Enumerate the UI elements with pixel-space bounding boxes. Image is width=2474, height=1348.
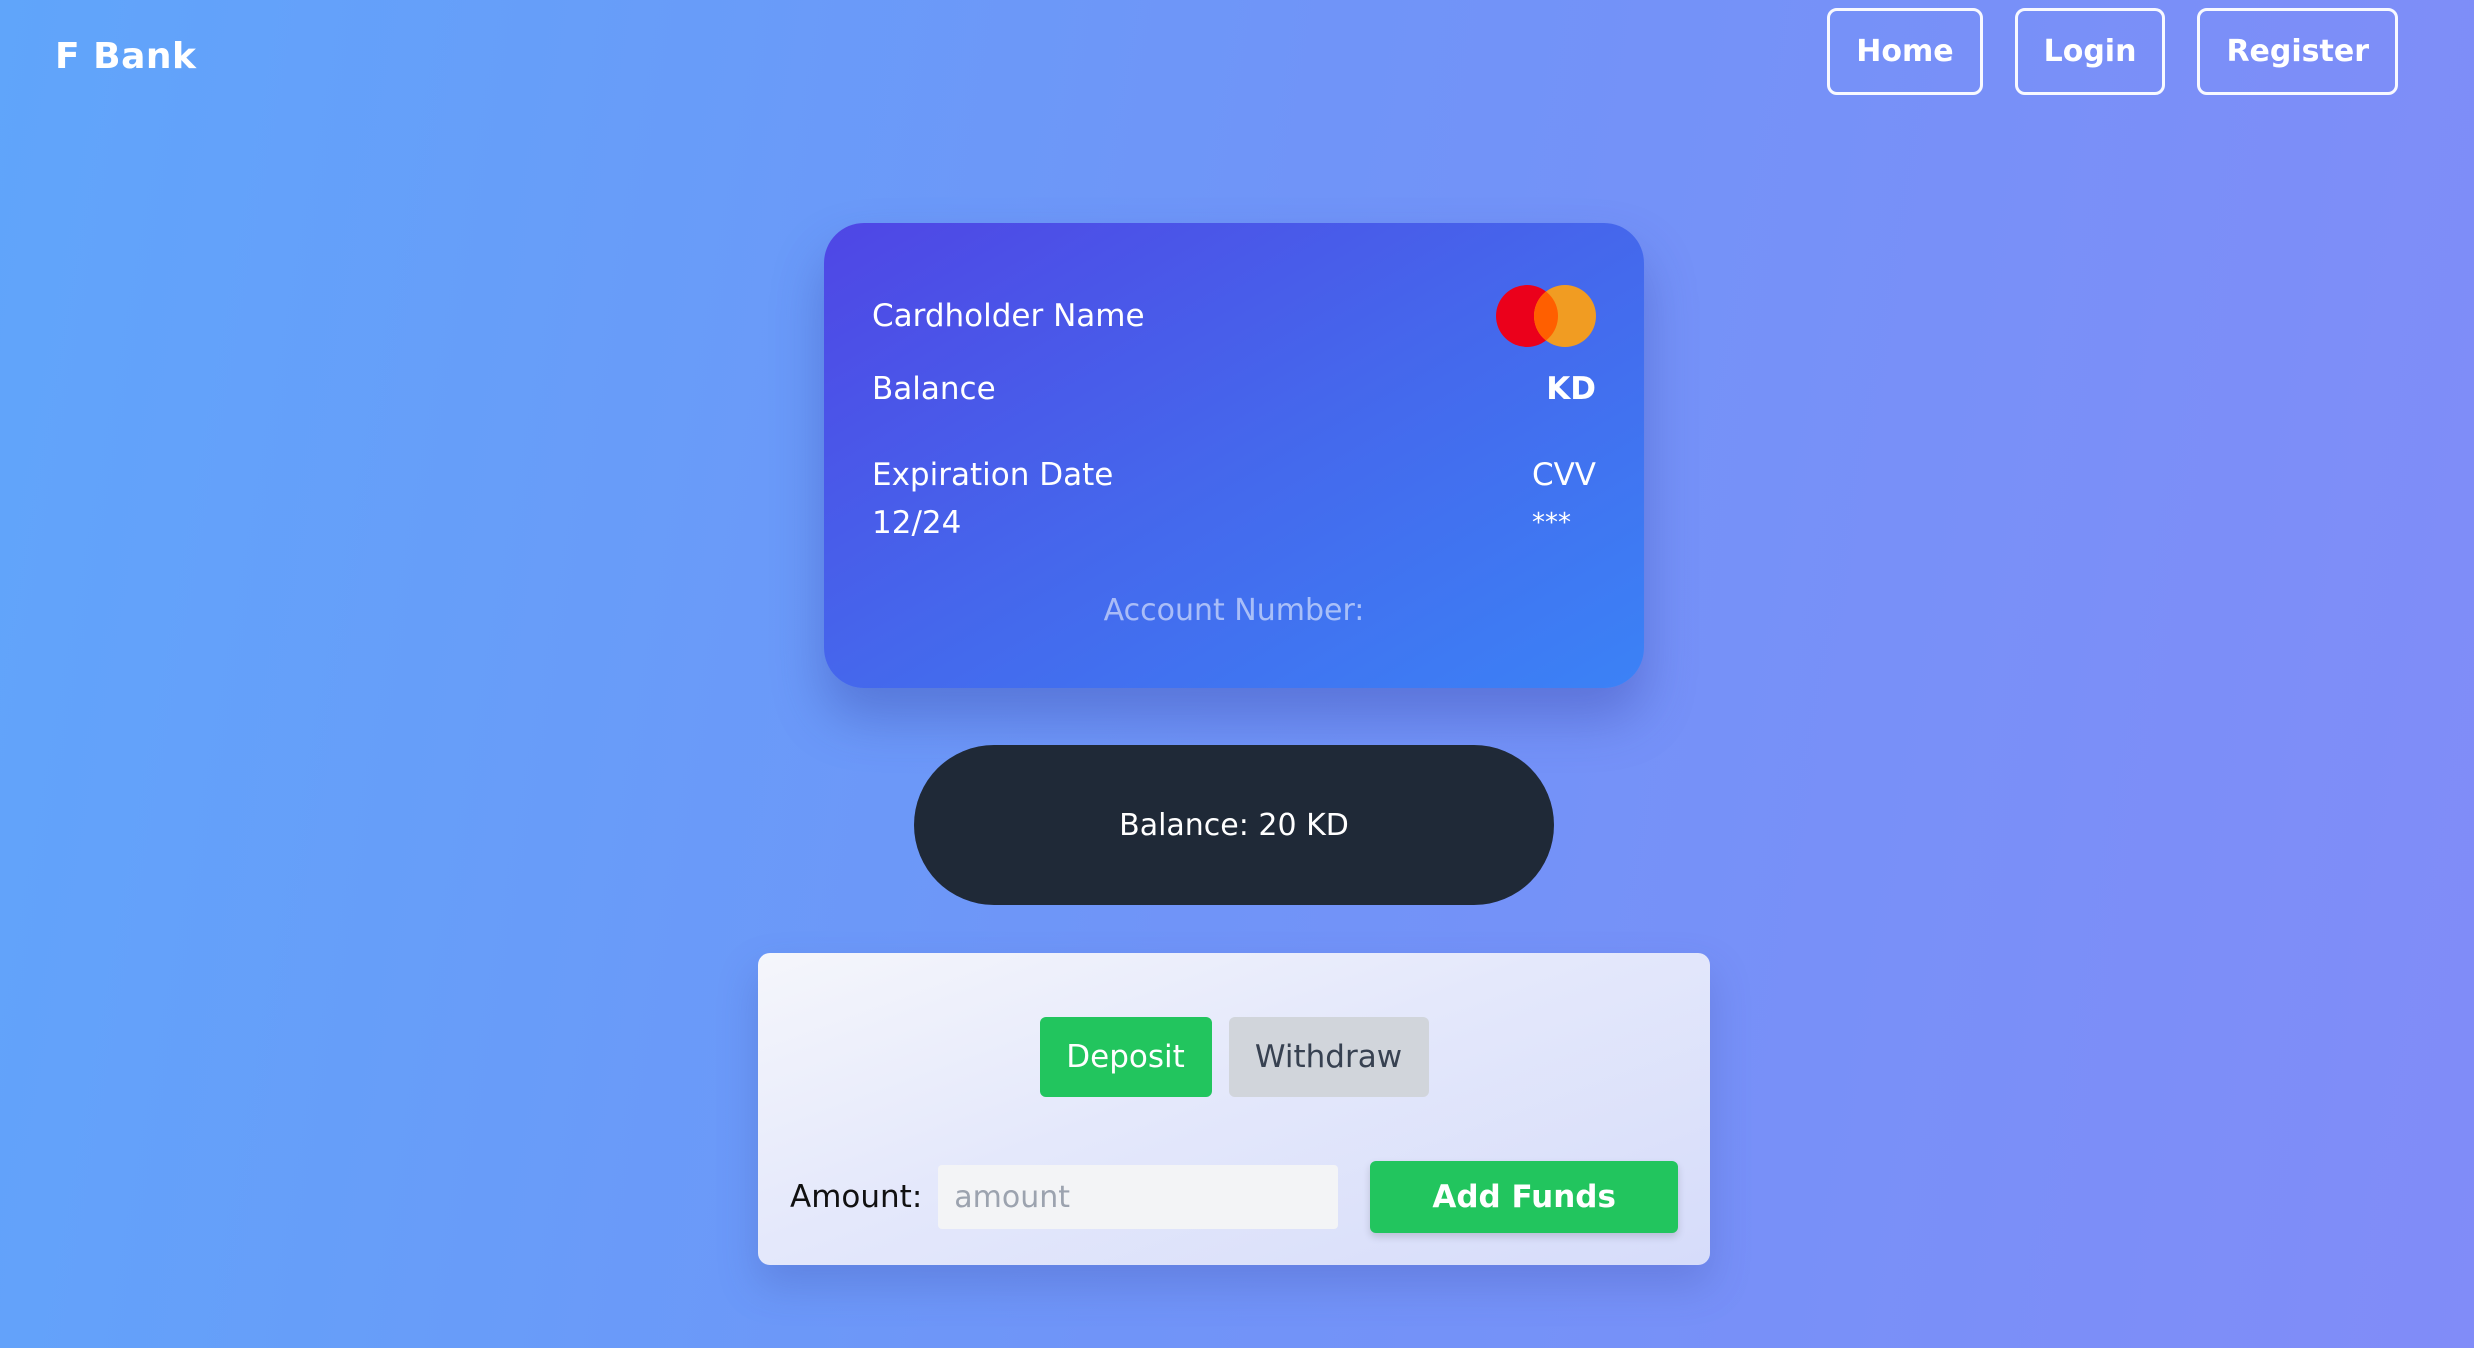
cvv-block: CVV *** bbox=[1532, 451, 1596, 547]
tab-deposit[interactable]: Deposit bbox=[1039, 1017, 1212, 1097]
card-balance-label: Balance bbox=[872, 371, 996, 407]
nav-home-button[interactable]: Home bbox=[1827, 8, 1983, 95]
card-holder-row: Cardholder Name bbox=[872, 281, 1596, 351]
add-funds-button[interactable]: Add Funds bbox=[1370, 1161, 1678, 1233]
balance-text: Balance: 20 KD bbox=[1119, 807, 1349, 843]
amount-label: Amount: bbox=[790, 1179, 923, 1215]
transaction-tabs: Deposit Withdraw bbox=[758, 1017, 1710, 1097]
mastercard-logo-icon bbox=[1496, 285, 1596, 347]
transaction-panel: Deposit Withdraw Amount: Add Funds bbox=[758, 953, 1710, 1265]
amount-input[interactable] bbox=[938, 1165, 1339, 1229]
card-balance-row: Balance KD bbox=[872, 371, 1596, 407]
balance-display: Balance: 20 KD bbox=[914, 745, 1554, 905]
tab-withdraw[interactable]: Withdraw bbox=[1228, 1017, 1429, 1097]
account-number-label: Account Number: bbox=[1103, 593, 1365, 628]
credit-card: Cardholder Name Balance KD Expiration Da… bbox=[824, 223, 1644, 688]
expiration-label: Expiration Date bbox=[872, 457, 1114, 493]
expiration-block: Expiration Date 12/24 bbox=[872, 451, 1113, 547]
nav-login-button[interactable]: Login bbox=[2014, 8, 2166, 95]
cvv-value: *** bbox=[1531, 508, 1571, 538]
cvv-label: CVV bbox=[1531, 457, 1596, 493]
brand-logo[interactable]: F Bank bbox=[55, 36, 196, 77]
nav-register-button[interactable]: Register bbox=[2197, 8, 2398, 95]
top-nav: Home Login Register bbox=[1827, 8, 2398, 95]
expiration-value: 12/24 bbox=[872, 505, 962, 541]
cardholder-name-label: Cardholder Name bbox=[872, 298, 1145, 334]
amount-row: Amount: Add Funds bbox=[790, 1161, 1678, 1233]
card-balance-currency: KD bbox=[1546, 371, 1596, 407]
